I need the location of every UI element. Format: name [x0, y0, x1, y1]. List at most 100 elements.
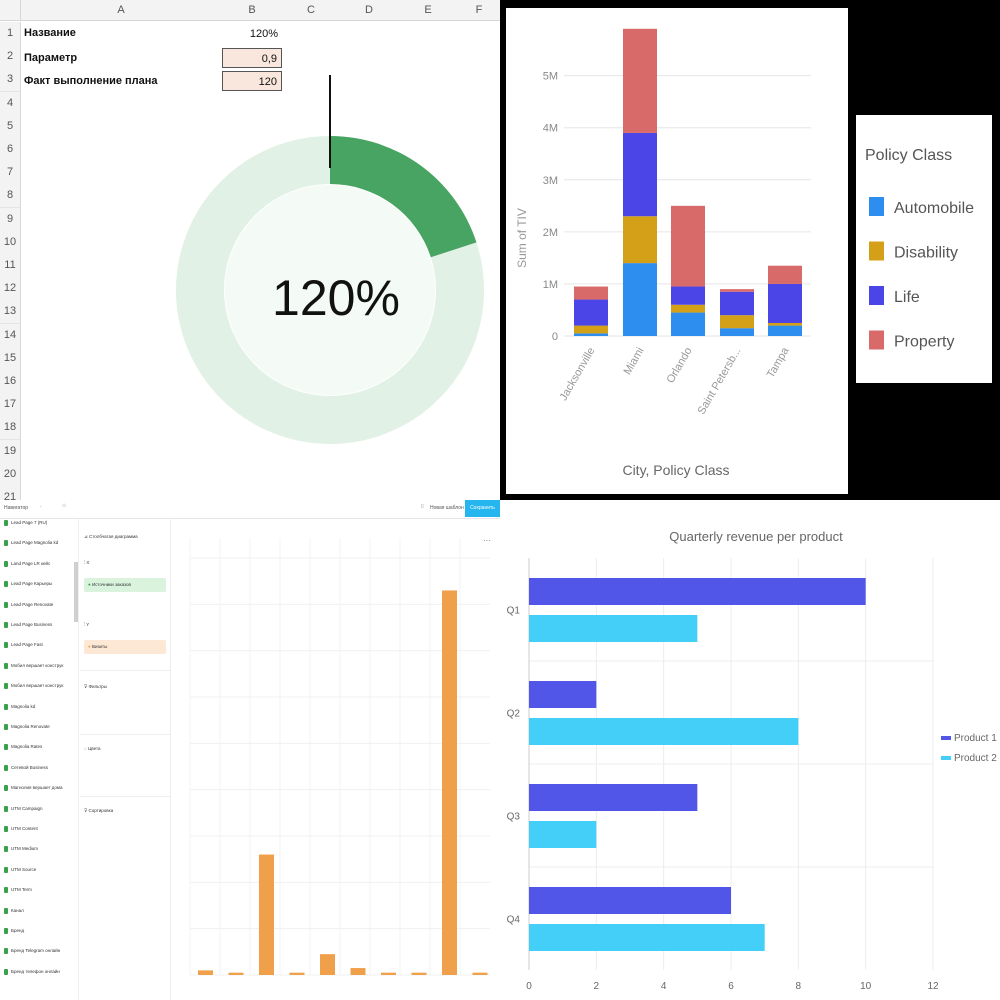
bar-segment-property[interactable] [623, 28, 657, 133]
cell-a2[interactable]: Параметр [24, 52, 77, 64]
column-bar[interactable] [228, 972, 244, 975]
bar-product-1[interactable] [529, 887, 731, 914]
column-bar[interactable] [442, 590, 457, 975]
nav-item[interactable]: UTM Campaign [4, 805, 43, 812]
nav-item[interactable]: Lead Page Magnolia kd [4, 540, 58, 547]
bar-product-1[interactable] [529, 578, 866, 605]
row-header-4[interactable]: 4 [0, 91, 21, 116]
colors-section[interactable]: ◌ Цвета [84, 746, 166, 751]
row-header-2[interactable]: 2 [0, 45, 21, 70]
bar-segment-disability[interactable] [574, 325, 608, 334]
bar-segment-life[interactable] [623, 132, 657, 217]
column-bar[interactable] [289, 972, 305, 975]
bar-segment-property[interactable] [574, 286, 608, 300]
nav-item[interactable]: Magnolia Rates [4, 744, 42, 751]
cell-b1[interactable]: 120% [222, 25, 282, 43]
nav-item[interactable]: Land Page LR кейс [4, 560, 50, 567]
bar-segment-automobile[interactable] [623, 263, 657, 336]
bar-segment-property[interactable] [671, 205, 705, 287]
nav-item[interactable]: Мобил вершает конструк [4, 662, 63, 669]
row-header-8[interactable]: 8 [0, 184, 21, 209]
nav-item[interactable]: UTM Content [4, 826, 38, 832]
nav-item[interactable]: UTM Source [4, 866, 36, 873]
bar-segment-life[interactable] [768, 283, 802, 323]
row-header-21[interactable]: 21 [0, 486, 21, 500]
nav-item[interactable]: Магнолия вершает дома [4, 785, 63, 792]
row-header-18[interactable]: 18 [0, 416, 21, 441]
nav-item[interactable]: Lead Page Карьеры [4, 581, 52, 588]
row-header-12[interactable]: 12 [0, 277, 21, 302]
nav-item[interactable]: UTM Medium [4, 846, 38, 853]
column-bar[interactable] [411, 972, 427, 975]
column-header-d[interactable]: D [340, 0, 399, 21]
bar-segment-disability[interactable] [768, 322, 802, 326]
bar-product-2[interactable] [529, 821, 597, 848]
column-header-f[interactable]: F [458, 0, 500, 21]
bar-product-1[interactable] [529, 784, 698, 811]
row-header-15[interactable]: 15 [0, 346, 21, 371]
bar-product-1[interactable] [529, 681, 597, 708]
bar-segment-automobile[interactable] [574, 333, 608, 336]
cell-b2[interactable]: 0,9 [222, 48, 282, 68]
nav-item[interactable]: Lead Page Renovate [4, 601, 53, 608]
chart-type-selector[interactable]: ⊿ Столбчатая диаграмма [84, 534, 166, 540]
cell-a1[interactable]: Название [24, 27, 76, 39]
nav-item[interactable]: Сетевой Business [4, 764, 48, 771]
nav-item[interactable]: Бренд [4, 928, 24, 934]
row-header-19[interactable]: 19 [0, 439, 21, 464]
bar-segment-automobile[interactable] [720, 328, 754, 336]
row-header-6[interactable]: 6 [0, 138, 21, 162]
column-bar[interactable] [472, 972, 488, 975]
bar-product-2[interactable] [529, 718, 799, 745]
filters-section[interactable]: ⊽ Фильтры [84, 684, 166, 690]
bar-segment-property[interactable] [768, 265, 802, 284]
bar-segment-disability[interactable] [623, 216, 657, 264]
bar-segment-life[interactable] [720, 291, 754, 316]
column-bar[interactable] [320, 954, 335, 975]
bar-segment-property[interactable] [720, 289, 754, 292]
row-header-10[interactable]: 10 [0, 230, 21, 255]
bar-product-2[interactable] [529, 615, 698, 642]
bar-segment-life[interactable] [671, 286, 705, 305]
row-header-3[interactable]: 3 [0, 68, 21, 93]
bar-segment-disability[interactable] [720, 315, 754, 329]
column-header-e[interactable]: E [398, 0, 459, 21]
cell-b3[interactable]: 120 [222, 71, 282, 91]
sort-section[interactable]: ⊽ Сортировка [84, 808, 166, 814]
nav-item[interactable]: Канал [4, 907, 24, 914]
select-all-corner[interactable] [0, 0, 21, 21]
nav-item[interactable]: Бренд Telegram онлайн [4, 948, 60, 955]
column-bar[interactable] [259, 854, 274, 975]
row-header-16[interactable]: 16 [0, 370, 21, 394]
bar-product-2[interactable] [529, 924, 765, 951]
column-header-c[interactable]: C [282, 0, 341, 21]
row-header-17[interactable]: 17 [0, 393, 21, 418]
row-header-13[interactable]: 13 [0, 300, 21, 325]
row-header-9[interactable]: 9 [0, 207, 21, 232]
cell-a3[interactable]: Факт выполнение плана [24, 75, 158, 87]
bar-segment-disability[interactable] [671, 304, 705, 313]
bar-segment-automobile[interactable] [671, 312, 705, 336]
row-header-11[interactable]: 11 [0, 254, 21, 278]
nav-item[interactable]: Magnolia Renovate [4, 724, 50, 730]
row-header-5[interactable]: 5 [0, 114, 21, 139]
nav-item[interactable]: Magnolia kd [4, 703, 35, 710]
nav-item[interactable]: Lead Page 7 (RU) [4, 520, 47, 526]
save-button[interactable]: Сохранить [465, 500, 500, 517]
row-header-7[interactable]: 7 [0, 161, 21, 186]
bar-segment-automobile[interactable] [768, 325, 802, 336]
bar-segment-life[interactable] [574, 299, 608, 326]
row-header-14[interactable]: 14 [0, 323, 21, 348]
nav-item[interactable]: Бренд телефон онлайн [4, 968, 60, 975]
nav-item[interactable]: Lead Page Business [4, 622, 52, 628]
column-header-b[interactable]: B [222, 0, 283, 21]
nav-scrollbar[interactable] [74, 562, 78, 622]
nav-item[interactable]: Мобил вершает конструк [4, 683, 63, 690]
column-header-a[interactable]: A [20, 0, 223, 21]
row-header-20[interactable]: 20 [0, 462, 21, 487]
nav-item[interactable]: Lead Page Fast [4, 642, 43, 649]
new-template-button[interactable]: Новая шаблон [430, 505, 464, 511]
info-icon[interactable]: ⊙ [62, 503, 66, 509]
nav-item[interactable]: UTM Term [4, 887, 32, 894]
column-bar[interactable] [198, 970, 213, 975]
